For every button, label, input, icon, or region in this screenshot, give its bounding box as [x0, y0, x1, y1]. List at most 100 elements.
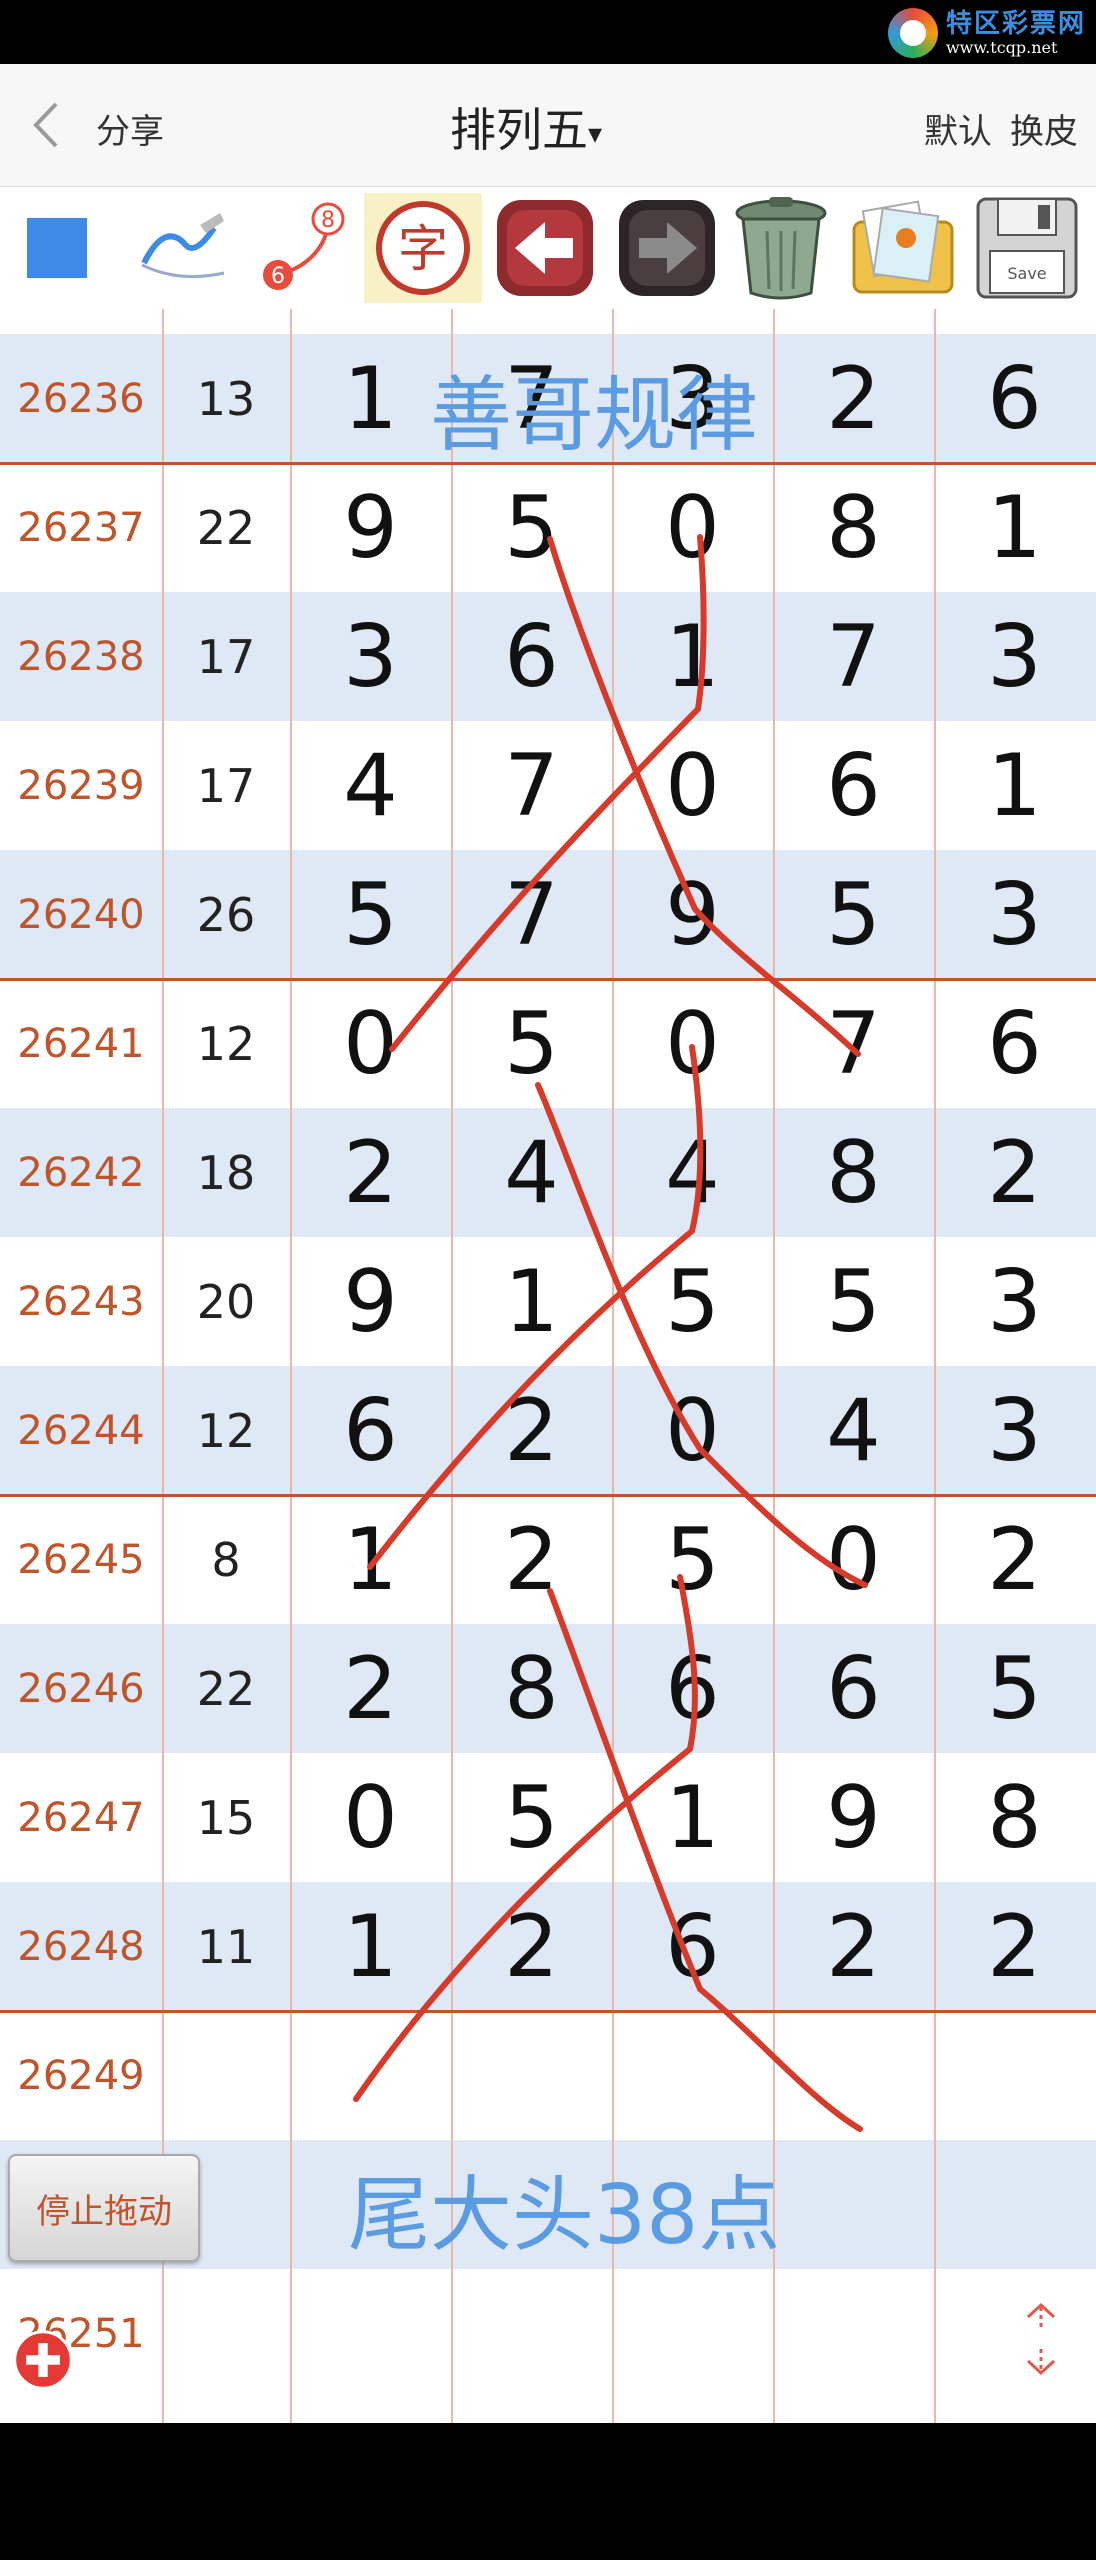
text-icon[interactable]: 字: [364, 193, 482, 303]
logo-emblem-icon: [887, 8, 938, 58]
table-row[interactable]: 26240 26 5 7 9 5 3: [0, 850, 1096, 979]
digit-position-1: 5: [343, 864, 398, 965]
image-icon[interactable]: [846, 193, 960, 303]
share-button[interactable]: 分享: [96, 104, 164, 153]
digit-position-5: 1: [987, 735, 1042, 836]
digit-sum: 11: [196, 1919, 256, 1974]
table-row[interactable]: 26245 8 1 2 5 0 2: [0, 1495, 1096, 1624]
digit-position-4: 6: [826, 735, 881, 836]
group-separator: [0, 1494, 1096, 1497]
logo-url: www.tcqp.net: [945, 38, 1058, 57]
digit-sum: 12: [196, 1016, 256, 1071]
table-row[interactable]: 26241 12 0 5 0 7 6: [0, 979, 1096, 1108]
issue-number: 26248: [17, 1923, 145, 1970]
digit-position-4: 8: [826, 1122, 881, 1223]
digit-position-2: 2: [504, 1896, 559, 1997]
digit-sum: 26: [196, 887, 256, 942]
table-row[interactable]: 2777967: [0, 309, 1096, 334]
digit-sum: 12: [196, 1403, 256, 1458]
digit-position-1: 1: [343, 1509, 398, 1610]
digit-sum: 17: [196, 758, 256, 813]
digit-position-3: [612, 2011, 773, 2140]
color-square-icon[interactable]: [0, 193, 114, 303]
column-divider: [934, 309, 936, 2423]
drawing-toolbar: 8 6 字 Save: [0, 187, 1096, 309]
digit-position-3: 6: [665, 1896, 720, 1997]
table-row[interactable]: 26242 18 2 4 4 8 2: [0, 1108, 1096, 1237]
digit-position-1: 1: [343, 1896, 398, 1997]
digit-position-4: 6: [773, 309, 934, 334]
digit-position-3: 0: [665, 477, 720, 578]
redo-icon[interactable]: [610, 193, 724, 303]
table-row[interactable]: 26244 12 6 2 0 4 3: [0, 1366, 1096, 1495]
digit-position-5: 8: [987, 1767, 1042, 1868]
digit-position-1: 9: [343, 1251, 398, 1352]
column-divider: [162, 309, 164, 2423]
issue-number: 26246: [17, 1665, 145, 1712]
digit-position-4: [773, 2011, 934, 2140]
digit-position-1: 7: [290, 309, 451, 334]
digit-position-5: 6: [987, 348, 1042, 449]
digit-position-3: 5: [665, 1509, 720, 1610]
issue-number: 26244: [17, 1407, 145, 1454]
table-row[interactable]: 26251: [0, 2269, 1096, 2398]
digit-sum: 20: [196, 1274, 256, 1329]
undo-icon[interactable]: [488, 193, 602, 303]
digit-position-3: 9: [612, 309, 773, 334]
digit-position-2: 7: [451, 309, 612, 334]
digit-position-1: 6: [343, 1380, 398, 1481]
digit-position-3: 6: [665, 1638, 720, 1739]
table-row[interactable]: 26238 17 3 6 1 7 3: [0, 592, 1096, 721]
digit-sum: [162, 2011, 290, 2140]
digit-sum: 8: [211, 1532, 241, 1587]
digit-position-2: 8: [504, 1638, 559, 1739]
text-tool-label: 字: [398, 220, 448, 278]
digit-position-1: 0: [343, 993, 398, 1094]
digit-position-5: [934, 2269, 1095, 2398]
change-skin-button[interactable]: 换皮: [1010, 104, 1078, 153]
table-row[interactable]: 26248 11 1 2 6 2 2: [0, 1882, 1096, 2011]
save-icon[interactable]: Save: [970, 193, 1084, 303]
digit-position-3: 4: [665, 1122, 720, 1223]
group-separator: [0, 978, 1096, 981]
digit-position-1: 0: [343, 1767, 398, 1868]
digit-position-5: 6: [987, 993, 1042, 1094]
default-button[interactable]: 默认: [924, 104, 992, 153]
digit-position-4: 0: [826, 1509, 881, 1610]
digit-position-4: [773, 2140, 934, 2269]
table-row[interactable]: 26246 22 2 8 6 6 5: [0, 1624, 1096, 1753]
digit-sum: [162, 2269, 290, 2398]
digit-position-3: 0: [665, 993, 720, 1094]
digit-position-4: 2: [826, 348, 881, 449]
digit-position-2: 7: [504, 864, 559, 965]
redraw-icon[interactable]: 8 6: [244, 193, 358, 303]
digit-position-2: 2: [504, 1509, 559, 1610]
digit-sum: 18: [196, 1145, 256, 1200]
digit-position-2: 1: [504, 1251, 559, 1352]
page-title[interactable]: 排列五▾: [450, 94, 602, 160]
table-row[interactable]: 26243 20 9 1 5 5 3: [0, 1237, 1096, 1366]
pen-icon[interactable]: [122, 193, 236, 303]
digit-position-1: 3: [343, 606, 398, 707]
results-table[interactable]: 2777967262361317326262372295081262381736…: [0, 309, 1096, 2423]
digit-position-5: 1: [987, 477, 1042, 578]
digit-position-3: 0: [665, 1380, 720, 1481]
digit-position-1: [290, 2269, 451, 2398]
digit-position-2: 7: [504, 735, 559, 836]
issue-number: 26241: [17, 1020, 145, 1067]
column-divider: [773, 309, 775, 2423]
table-row[interactable]: 26239 17 4 7 0 6 1: [0, 721, 1096, 850]
digit-position-1: 2: [343, 1122, 398, 1223]
issue-number: 26247: [17, 1794, 145, 1841]
bottom-nav-bar: [0, 2423, 1096, 2560]
add-plus-icon[interactable]: [12, 2329, 74, 2391]
resize-arrows-icon[interactable]: [1016, 2299, 1066, 2379]
group-separator: [0, 2010, 1096, 2013]
table-row[interactable]: 26249: [0, 2011, 1096, 2140]
trash-icon[interactable]: [724, 193, 838, 303]
table-row[interactable]: 26247 15 0 5 1 9 8: [0, 1753, 1096, 1882]
digit-position-1: 9: [343, 477, 398, 578]
table-row[interactable]: 26237 22 9 5 0 8 1: [0, 463, 1096, 592]
back-chevron-icon[interactable]: [30, 100, 60, 150]
stop-drag-button[interactable]: 停止拖动: [8, 2154, 200, 2262]
